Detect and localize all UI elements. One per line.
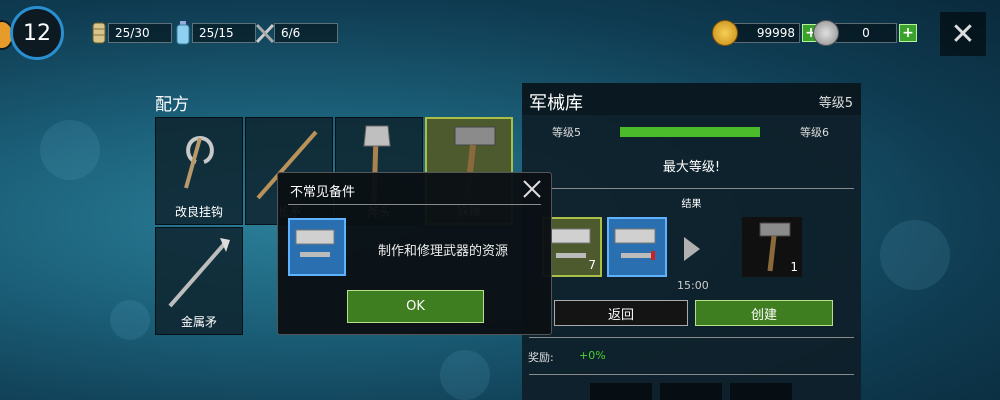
recipes-title: 配方 (155, 95, 189, 115)
result-label: 结果 (681, 199, 702, 210)
bokeh-light (880, 220, 950, 290)
arsenal-title: 军械库 (529, 93, 583, 114)
water-value: 25/15 (192, 23, 256, 43)
dialog-description: 制作和修理武器的资源 (378, 244, 509, 259)
bandage-stat[interactable]: 25/30 (88, 22, 172, 44)
gold-coin-icon (712, 20, 738, 46)
level-progress-fill (620, 127, 760, 137)
reward-value: +0% (579, 349, 606, 362)
bokeh-light (40, 120, 100, 180)
divider (529, 337, 854, 338)
bottom-slot[interactable] (660, 383, 722, 400)
tools-value: 6/6 (274, 23, 338, 43)
level-from: 等级5 (552, 126, 581, 139)
player-level-badge[interactable]: 12 (10, 6, 64, 60)
divider (529, 188, 854, 189)
craft-timer: 15:00 (677, 279, 709, 292)
rifle-parts-icon (614, 228, 656, 260)
metal-spear-icon (168, 238, 230, 308)
arrow-right-icon (684, 237, 700, 261)
result-slot[interactable]: 1 (742, 217, 802, 277)
silver-coin-icon (813, 20, 839, 46)
create-button[interactable]: 创建 (695, 300, 833, 326)
water-bottle-icon (176, 21, 190, 45)
bokeh-light (110, 300, 150, 340)
arsenal-level: 等级5 (818, 96, 853, 111)
recipe-tile-hook[interactable]: 改良挂钩 (155, 117, 243, 225)
level-to: 等级6 (800, 126, 829, 139)
dialog-close-button[interactable] (521, 178, 543, 200)
silver-currency: 0 + (813, 20, 917, 46)
player-level-value: 12 (23, 20, 51, 46)
max-level-text: 最大等级! (662, 160, 721, 175)
dialog-divider (288, 204, 541, 205)
divider (529, 374, 854, 375)
close-button[interactable]: ✕ (940, 12, 986, 56)
add-silver-button[interactable]: + (899, 24, 917, 42)
grappling-hook-icon (184, 136, 214, 189)
reward-label: 奖励: (528, 351, 554, 364)
bandage-value: 25/30 (108, 23, 172, 43)
tools-icon (255, 23, 275, 44)
tools-stat[interactable]: 6/6 (254, 22, 338, 44)
bottom-slot[interactable] (590, 383, 652, 400)
recipe-tile-metal-spear[interactable]: 金属矛 (155, 227, 243, 335)
ingredient-count: 7 (588, 258, 596, 272)
gold-amount: 99998 (734, 23, 800, 43)
recipe-label: 改良挂钩 (174, 205, 223, 219)
bandage-icon (92, 22, 106, 44)
arsenal-panel: 军械库 等级5 等级5 等级6 最大等级! 结果 7 1 15:00 返回 创建 (522, 83, 861, 400)
bokeh-light (440, 350, 490, 400)
gold-currency: 99998 + (712, 20, 820, 46)
dialog-title: 不常见备件 (290, 185, 356, 200)
bottom-slot[interactable] (730, 383, 792, 400)
silver-amount: 0 (835, 23, 897, 43)
dialog-item-slot (288, 218, 346, 276)
top-bar: 12 25/30 25/15 6/6 99998 + 0 + ✕ (0, 0, 1000, 70)
ingredient-slot[interactable] (607, 217, 667, 277)
result-count: 1 (790, 260, 798, 274)
water-stat[interactable]: 25/15 (172, 21, 256, 45)
ok-button[interactable]: OK (347, 290, 484, 323)
level-progress-bar (620, 127, 760, 137)
back-button[interactable]: 返回 (554, 300, 688, 326)
item-info-dialog: 不常见备件 制作和修理武器的资源 OK (277, 172, 552, 335)
recipe-label: 金属矛 (180, 315, 217, 329)
rifle-parts-icon (295, 229, 335, 257)
